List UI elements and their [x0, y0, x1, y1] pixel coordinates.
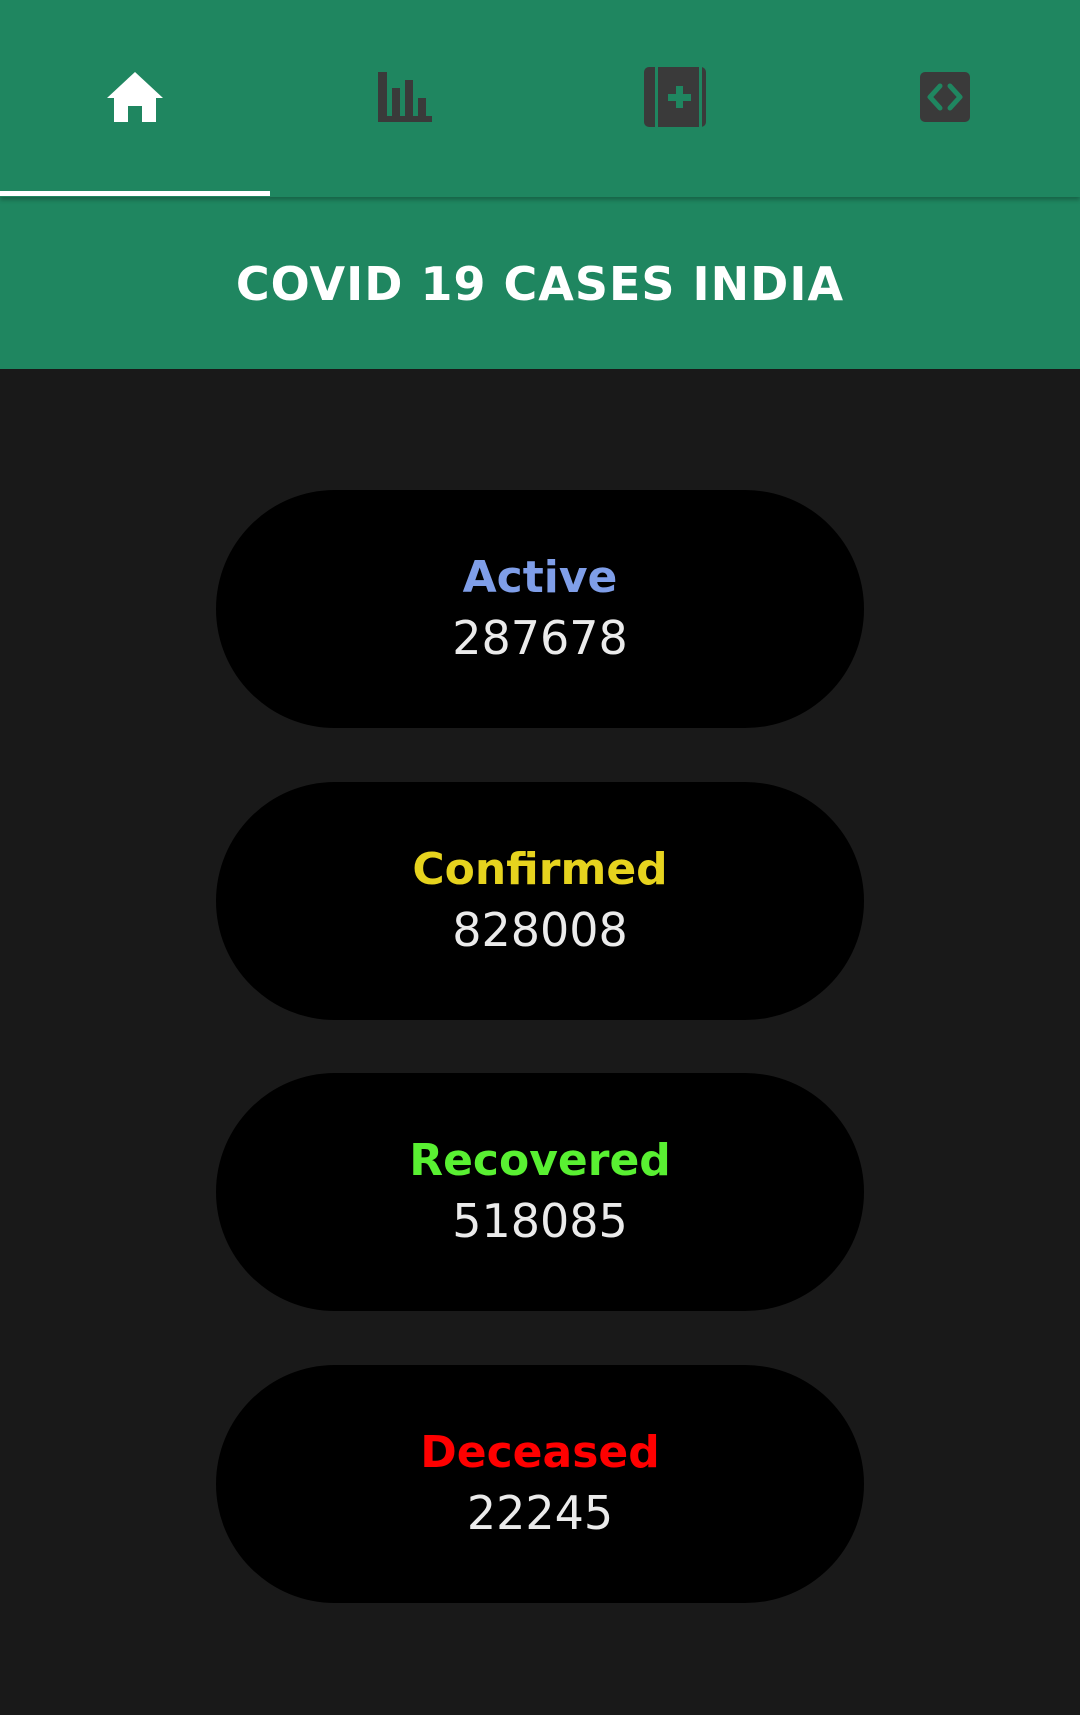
code-icon [919, 71, 971, 123]
tab-code[interactable] [810, 0, 1080, 197]
confirmed-cases-card: Confirmed 828008 [216, 782, 864, 1020]
deceased-value: 22245 [466, 1486, 614, 1540]
active-label: Active [462, 552, 618, 603]
tab-bar [0, 0, 1080, 197]
active-value: 287678 [452, 611, 628, 665]
recovered-cases-card: Recovered 518085 [216, 1073, 864, 1311]
active-cases-card: Active 287678 [216, 490, 864, 728]
recovered-value: 518085 [452, 1194, 628, 1248]
bar-chart-icon [376, 70, 434, 124]
recovered-label: Recovered [409, 1135, 671, 1186]
deceased-cases-card: Deceased 22245 [216, 1365, 864, 1603]
tab-medical[interactable] [540, 0, 810, 197]
page-title: COVID 19 CASES INDIA [235, 257, 845, 311]
confirmed-label: Confirmed [412, 844, 668, 895]
medical-book-icon [643, 66, 707, 128]
deceased-label: Deceased [420, 1427, 660, 1478]
active-tab-indicator [0, 191, 270, 196]
tab-charts[interactable] [270, 0, 540, 197]
confirmed-value: 828008 [452, 903, 628, 957]
tab-home[interactable] [0, 0, 270, 197]
home-icon [106, 71, 164, 123]
page-header: COVID 19 CASES INDIA [0, 197, 1080, 369]
